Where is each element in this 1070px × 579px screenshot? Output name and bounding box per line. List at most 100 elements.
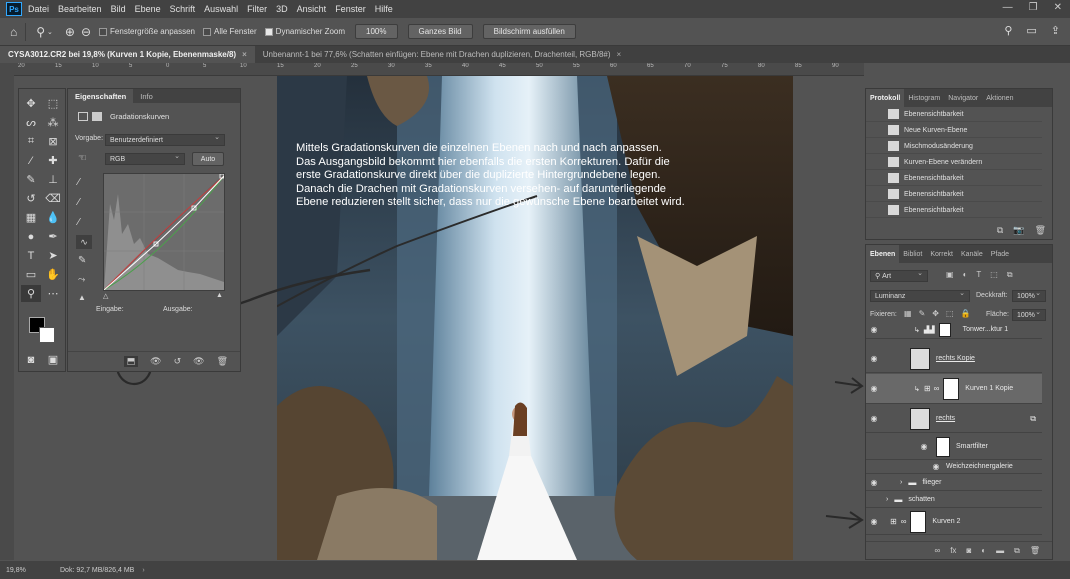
eraser-tool-icon[interactable]: ⌫ xyxy=(43,190,63,207)
menu-ebene[interactable]: Ebene xyxy=(135,4,161,14)
trash-icon[interactable]: 🗑 xyxy=(217,356,228,367)
blend-mode-dropdown[interactable]: Luminanz xyxy=(870,289,970,302)
pencil-draw-icon[interactable]: ✎ xyxy=(78,255,86,266)
tab-ebenen[interactable]: Ebenen xyxy=(866,245,900,263)
type-filter-icon[interactable]: T xyxy=(976,270,981,280)
history-item[interactable]: Mischmodusänderung xyxy=(866,139,1042,154)
marquee-tool-icon[interactable]: ⬚ xyxy=(43,95,63,112)
ruler-horizontal[interactable]: 20 15 10 5 0 5 10 15 20 25 30 35 40 45 50 55 60 65 70 75 80 8… xyxy=(14,63,864,76)
lock-all-icon[interactable]: 🔒 xyxy=(961,309,971,318)
close-tab-icon[interactable]: × xyxy=(242,50,247,59)
menu-schrift[interactable]: Schrift xyxy=(170,4,196,14)
tab-eigenschaften[interactable]: Eigenschaften xyxy=(68,89,134,103)
eye-icon[interactable]: ◉ xyxy=(866,517,882,526)
fit-window-checkbox[interactable]: Fenstergröße anpassen xyxy=(99,27,195,36)
document-canvas[interactable]: Mittels Gradationskurven die einzelnen E… xyxy=(277,76,793,560)
menu-ansicht[interactable]: Ansicht xyxy=(297,4,327,14)
clip-to-layer-icon[interactable]: ⬒ xyxy=(123,356,139,367)
tab-info[interactable]: Info xyxy=(133,89,160,103)
history-brush-icon[interactable]: ↺ xyxy=(21,190,41,207)
curve-point-icon[interactable]: ∿ xyxy=(76,235,92,249)
status-arrow-icon[interactable]: › xyxy=(142,567,144,574)
curves-graph[interactable] xyxy=(103,173,225,291)
link-layers-icon[interactable]: ∞ xyxy=(935,546,941,555)
white-point-slider-icon[interactable]: ▲ xyxy=(216,292,223,299)
menu-datei[interactable]: Datei xyxy=(28,4,49,14)
chevron-right-icon[interactable]: › xyxy=(900,479,902,486)
view-previous-icon[interactable]: 👁 xyxy=(150,356,161,367)
gradient-tool-icon[interactable]: ▦ xyxy=(21,209,41,226)
search-icon[interactable]: ⚲ xyxy=(1004,24,1012,37)
layer-row-selected[interactable]: ◉ ↳ ⊞ ∞ Kurven 1 Kopie xyxy=(866,374,1042,404)
fx-icon[interactable]: fx xyxy=(950,546,956,555)
eyedropper-white-icon[interactable]: ⁄ xyxy=(78,217,80,228)
tab-bibliotheken[interactable]: Bibliot xyxy=(899,245,926,263)
history-item[interactable]: Ebenensichtbarkeit xyxy=(866,107,1042,122)
tab-cysa3012[interactable]: CYSA3012.CR2 bei 19,8% (Kurven 1 Kopie, … xyxy=(0,46,255,63)
mask-icon[interactable] xyxy=(92,112,102,121)
pen-tool-icon[interactable]: ✒ xyxy=(43,228,63,245)
adjustment-layer-icon[interactable]: ◐ xyxy=(981,546,986,555)
lock-pixels-icon[interactable]: ▦ xyxy=(904,309,912,318)
preset-dropdown[interactable]: Benutzerdefiniert xyxy=(105,133,225,146)
share-icon[interactable]: ⇪ xyxy=(1051,24,1060,37)
healing-tool-icon[interactable]: ✚ xyxy=(43,152,63,169)
menu-3d[interactable]: 3D xyxy=(276,4,288,14)
close-tab-icon[interactable]: × xyxy=(617,50,622,59)
eye-icon[interactable]: ◉ xyxy=(916,442,932,451)
quick-select-icon[interactable]: ⁂ xyxy=(43,114,63,131)
history-item[interactable]: Ebenensichtbarkeit xyxy=(866,187,1042,202)
all-windows-checkbox[interactable]: Alle Fenster xyxy=(202,27,257,36)
trash-icon[interactable]: 🗑 xyxy=(1035,225,1046,236)
camera-icon[interactable]: 📷 xyxy=(1013,225,1024,236)
hand-tool-icon[interactable]: ✋ xyxy=(43,266,63,283)
dynamic-zoom-checkbox[interactable]: Dynamischer Zoom xyxy=(264,27,345,36)
stamp-tool-icon[interactable]: ⊥ xyxy=(43,171,63,188)
opacity-field[interactable]: 100% xyxy=(1012,289,1046,302)
zoom-out-icon[interactable]: ⊖ xyxy=(81,25,91,39)
tab-pfade[interactable]: Pfade xyxy=(987,245,1013,263)
add-mask-icon[interactable]: ◙ xyxy=(966,546,971,555)
menu-bild[interactable]: Bild xyxy=(111,4,126,14)
home-icon[interactable]: ⌂ xyxy=(10,25,17,39)
menu-filter[interactable]: Filter xyxy=(247,4,267,14)
crop-tool-icon[interactable]: ⌗ xyxy=(21,133,41,150)
new-group-icon[interactable]: ▬ xyxy=(996,546,1004,555)
clipping-warning-icon[interactable]: ▲ xyxy=(78,293,86,302)
eye-icon[interactable]: ◉ xyxy=(866,478,882,487)
layer-row[interactable]: ◉ Weichzeichnergalerie xyxy=(866,460,1042,474)
layer-row[interactable]: ◉ ⊞ ∞ Kurven 2 xyxy=(866,509,1042,535)
type-tool-icon[interactable]: T xyxy=(21,247,41,264)
path-select-icon[interactable]: ➤ xyxy=(43,247,63,264)
close-icon[interactable]: ✕ xyxy=(1054,2,1062,13)
eye-icon[interactable]: ◉ xyxy=(866,354,882,363)
more-tools-icon[interactable]: ⋯ xyxy=(43,285,63,302)
zoom-level[interactable]: 19,8% xyxy=(6,567,36,574)
pixel-filter-icon[interactable]: ▣ xyxy=(946,270,954,280)
layer-row[interactable]: ◉ rechts Kopie xyxy=(866,345,1042,373)
brush-tool-icon[interactable]: ✎ xyxy=(21,171,41,188)
history-item[interactable]: Ebenensichtbarkeit xyxy=(866,203,1042,218)
adjust-filter-icon[interactable]: ◐ xyxy=(963,270,968,280)
history-item[interactable]: Kurven-Ebene verändern xyxy=(866,155,1042,170)
fit-screen-button[interactable]: Ganzes Bild xyxy=(407,24,473,39)
tab-histogram[interactable]: Histogram xyxy=(904,89,944,107)
target-adjust-icon[interactable]: ☜ xyxy=(78,153,87,164)
zoom-in-icon[interactable]: ⊕ xyxy=(65,25,75,39)
restore-icon[interactable]: ❐ xyxy=(1029,2,1038,13)
black-point-slider-icon[interactable]: △ xyxy=(103,292,108,300)
eye-icon[interactable]: ◉ xyxy=(866,414,882,423)
tab-kanaele[interactable]: Kanäle xyxy=(957,245,987,263)
fill-field[interactable]: 100% xyxy=(1012,308,1046,321)
layer-group-row[interactable]: ◉ › ▬ flieger xyxy=(866,475,1042,491)
chevron-down-icon[interactable]: ⌄ xyxy=(47,28,53,36)
blur-tool-icon[interactable]: 💧 xyxy=(43,209,63,226)
menu-auswahl[interactable]: Auswahl xyxy=(204,4,238,14)
reset-icon[interactable]: ↺ xyxy=(174,356,182,367)
new-document-icon[interactable]: ⧉ xyxy=(997,225,1003,236)
chevron-right-icon[interactable]: › xyxy=(886,496,888,503)
eye-icon[interactable]: ◉ xyxy=(866,384,882,393)
quick-mask-icon[interactable]: ◙ xyxy=(21,351,41,368)
dodge-tool-icon[interactable]: ● xyxy=(21,228,41,245)
background-color[interactable] xyxy=(39,327,55,343)
